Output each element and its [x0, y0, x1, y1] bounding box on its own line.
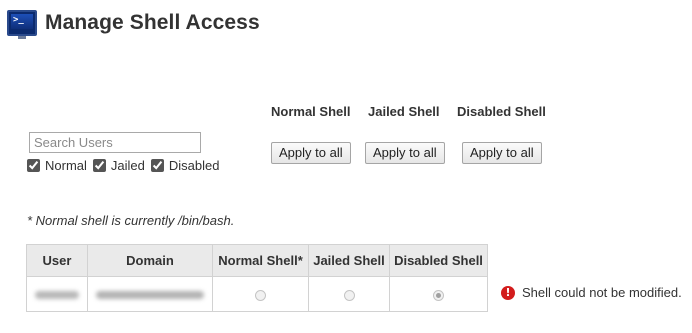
header: >_ Manage Shell Access — [7, 8, 260, 39]
bulk-heading-jailed: Jailed Shell — [368, 104, 440, 119]
redacted-user — [35, 290, 79, 299]
col-normal-shell[interactable]: Normal Shell* — [212, 244, 309, 277]
redacted-domain — [96, 290, 204, 299]
page-title: Manage Shell Access — [45, 11, 260, 34]
normal-shell-radio[interactable] — [255, 289, 266, 301]
table-row — [26, 276, 488, 312]
status-message: ! Shell could not be modified. — [501, 285, 682, 300]
col-disabled-shell[interactable]: Disabled Shell — [389, 244, 488, 277]
search-users-input[interactable] — [29, 132, 201, 153]
jailed-shell-radio[interactable] — [343, 289, 355, 301]
filter-normal[interactable]: Normal — [27, 158, 87, 173]
apply-jailed-button[interactable]: Apply to all — [365, 142, 445, 164]
bulk-heading-normal: Normal Shell — [271, 104, 351, 119]
user-cell — [26, 276, 88, 312]
status-text: Shell could not be modified. — [522, 285, 682, 300]
col-jailed-shell[interactable]: Jailed Shell — [308, 244, 390, 277]
apply-normal-button[interactable]: Apply to all — [271, 142, 351, 164]
page: >_ Manage Shell Access Normal Jailed Dis… — [0, 0, 692, 333]
disabled-shell-cell — [389, 276, 488, 312]
filter-normal-label: Normal — [45, 158, 87, 173]
error-icon: ! — [501, 285, 515, 300]
filter-jailed-checkbox[interactable] — [92, 159, 106, 172]
col-domain[interactable]: Domain — [87, 244, 213, 277]
filter-disabled[interactable]: Disabled — [150, 158, 220, 173]
shell-note: * Normal shell is currently /bin/bash. — [27, 213, 235, 228]
filter-jailed-label: Jailed — [110, 158, 145, 173]
terminal-icon: >_ — [7, 10, 37, 39]
filter-disabled-label: Disabled — [168, 158, 220, 173]
table-header-row: User Domain Normal Shell* Jailed Shell D… — [26, 244, 488, 277]
col-user[interactable]: User — [26, 244, 88, 277]
filter-disabled-checkbox[interactable] — [150, 159, 164, 172]
bulk-heading-disabled: Disabled Shell — [457, 104, 546, 119]
users-table: User Domain Normal Shell* Jailed Shell D… — [26, 244, 488, 312]
filter-jailed[interactable]: Jailed — [92, 158, 145, 173]
filter-normal-checkbox[interactable] — [27, 159, 40, 172]
disabled-shell-radio[interactable] — [433, 289, 444, 301]
normal-shell-cell — [212, 276, 309, 312]
apply-disabled-button[interactable]: Apply to all — [462, 142, 542, 164]
domain-cell — [87, 276, 213, 312]
shell-filters: Normal Jailed Disabled — [27, 158, 225, 173]
jailed-shell-cell — [308, 276, 390, 312]
